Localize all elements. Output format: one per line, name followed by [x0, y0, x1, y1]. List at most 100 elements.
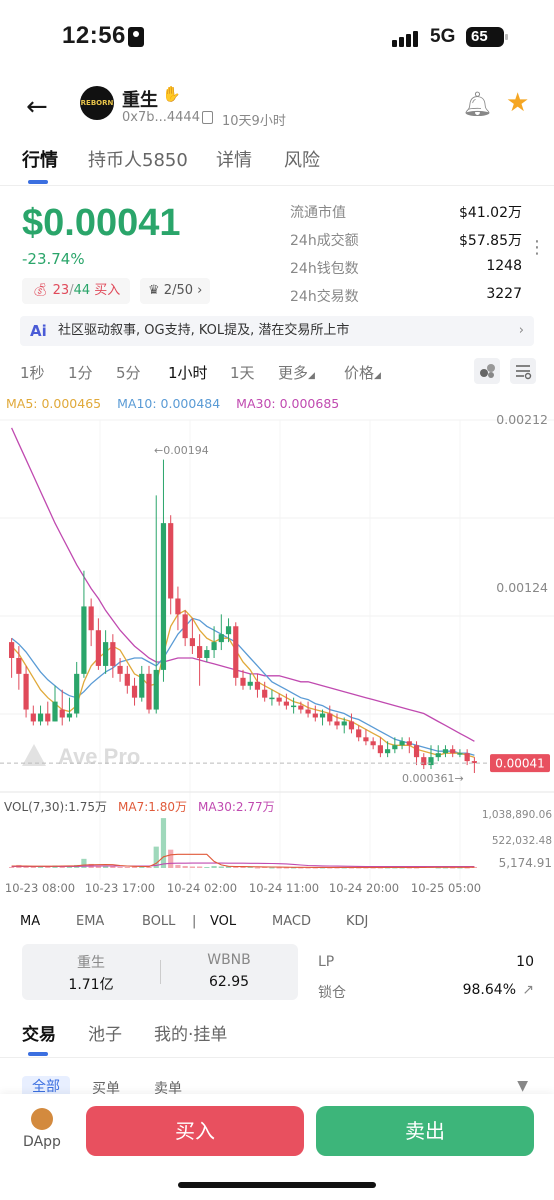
- tab-details[interactable]: 详情: [216, 146, 252, 172]
- x-tick-label: 10-23 17:00: [85, 881, 155, 895]
- buy-label: 买入: [94, 283, 121, 298]
- pool-token-label: 重生: [77, 955, 105, 971]
- candle-body: [269, 697, 275, 700]
- indicator-vol[interactable]: VOL: [210, 914, 236, 929]
- pool-pair-amount: 62.95: [208, 974, 250, 990]
- lock-value: 98.64%: [462, 982, 516, 998]
- dapp-button[interactable]: DApp: [20, 1108, 64, 1150]
- token-stats: 流通市值 $41.02万 24h成交额 $57.85万 24h钱包数 1248 24h…: [290, 202, 522, 314]
- candle-body: [276, 697, 282, 702]
- more-vertical-icon[interactable]: ⋮: [528, 239, 546, 257]
- tab-market[interactable]: 行情: [22, 146, 58, 172]
- filter-all[interactable]: 全部: [22, 1076, 70, 1096]
- pancake-icon: [31, 1108, 53, 1130]
- indicator-ema[interactable]: EMA: [76, 914, 104, 929]
- volume-bar: [160, 818, 167, 868]
- candle-body: [23, 673, 29, 710]
- stat-row: 流通市值 $41.02万: [290, 202, 522, 230]
- candle-body: [95, 630, 101, 666]
- chevron-right-icon: ›: [518, 323, 524, 338]
- tab-my-orders[interactable]: 我的·挂单: [154, 1020, 227, 1045]
- stat-label: 24h交易数: [290, 289, 359, 305]
- rank-badge[interactable]: ♛ 2/50 ›: [140, 278, 211, 304]
- timeframe-1d[interactable]: 1天: [230, 362, 255, 383]
- indicator-boll[interactable]: BOLL: [142, 914, 175, 929]
- candle-body: [160, 523, 167, 670]
- price-mode[interactable]: 价格◢: [344, 362, 381, 383]
- star-icon[interactable]: ★: [506, 88, 529, 118]
- indicator-macd[interactable]: MACD: [272, 914, 311, 929]
- vol-tick-label: 1,038,890.06: [482, 809, 552, 821]
- volume-bar: [168, 849, 174, 868]
- candle-body: [131, 685, 138, 698]
- indicator-ma[interactable]: MA: [20, 914, 40, 929]
- tab-trades[interactable]: 交易: [22, 1020, 56, 1045]
- tab-pools[interactable]: 池子: [88, 1020, 122, 1045]
- main-tabs: 行情 持币人5850 详情 风险: [0, 146, 554, 186]
- candle-body: [262, 689, 268, 698]
- stat-row: 24h交易数 3227: [290, 286, 522, 314]
- stat-value: 3227: [486, 286, 522, 302]
- timeframe-1s[interactable]: 1秒: [20, 362, 45, 383]
- candle-body: [327, 713, 333, 722]
- candle-body: [291, 705, 297, 708]
- back-arrow-icon[interactable]: ←: [26, 92, 48, 122]
- timeframe-1h[interactable]: 1小时: [168, 362, 208, 383]
- vol-legend: VOL(7,30):1.75万: [4, 800, 107, 814]
- ma30-label: MA30: 0.000685: [236, 396, 340, 411]
- candle-body: [117, 665, 123, 674]
- candle-body: [305, 709, 311, 714]
- current-price: $0.00041: [22, 202, 181, 244]
- bell-icon[interactable]: 🔔︎: [462, 90, 492, 118]
- sell-button[interactable]: 卖出: [316, 1106, 534, 1156]
- candle-body: [392, 745, 398, 750]
- volume-bar: [197, 866, 203, 868]
- volume-bar: [204, 866, 210, 868]
- kline-chart[interactable]: Ave Pro 0.00212 0.00124 ←0.00194 0.000361→ 0.…: [0, 400, 554, 900]
- candle-body: [312, 713, 318, 718]
- stat-row: 24h钱包数 1248: [290, 258, 522, 286]
- candle-body: [225, 626, 232, 635]
- copy-icon[interactable]: [202, 111, 213, 124]
- lp-value: 10: [516, 954, 534, 970]
- current-price-tag-label: 0.00041: [495, 757, 545, 771]
- candle-body: [334, 721, 340, 726]
- candle-body: [103, 642, 109, 666]
- chart-settings-icon[interactable]: [510, 358, 536, 384]
- ma5-label: MA5: 0.000465: [6, 396, 102, 411]
- volume-bar: [124, 866, 130, 868]
- price-mode-label: 价格: [344, 364, 375, 382]
- candle-body: [124, 673, 130, 686]
- ma-legend: MA5: 0.000465 MA10: 0.000484 MA30: 0.000…: [6, 396, 339, 411]
- timeframe-1m[interactable]: 1分: [68, 362, 93, 383]
- buy-button[interactable]: 买入: [86, 1106, 304, 1156]
- candle-body: [363, 737, 369, 742]
- buy-sell-ratio[interactable]: 💰︎ 23/44 买入: [22, 278, 131, 304]
- rank-value: 2/50: [163, 283, 193, 298]
- indicator-settings-icon[interactable]: [474, 358, 500, 384]
- candle-body: [168, 523, 174, 599]
- triangle-down-icon[interactable]: ▼: [517, 1078, 528, 1094]
- candle-body: [413, 745, 420, 758]
- tab-holders[interactable]: 持币人5850: [88, 146, 188, 172]
- candle-body: [66, 713, 73, 718]
- volume-bar: [211, 865, 217, 868]
- ai-icon: Ai: [30, 322, 47, 340]
- x-tick-label: 10-24 20:00: [329, 881, 399, 895]
- candle-body: [464, 753, 470, 762]
- tab-active-indicator: [28, 1052, 48, 1056]
- external-link-icon[interactable]: ↗: [522, 982, 534, 998]
- candle-body: [428, 757, 434, 766]
- tab-risk[interactable]: 风险: [284, 146, 320, 172]
- token-logo: REBORN: [80, 86, 114, 120]
- candle-body: [88, 606, 94, 631]
- bottom-action-bar: DApp 买入 卖出: [0, 1094, 554, 1200]
- indicator-kdj[interactable]: KDJ: [346, 914, 368, 929]
- timeframe-more[interactable]: 更多◢: [278, 362, 315, 383]
- stat-label: 24h成交额: [290, 233, 359, 249]
- candle-body: [74, 673, 80, 714]
- volume-bar: [117, 866, 123, 868]
- timeframe-5m[interactable]: 5分: [116, 362, 141, 383]
- candle-body: [110, 642, 116, 666]
- ai-narrative-banner[interactable]: Ai 社区驱动叙事, OG支持, KOL提及, 潜在交易所上市 ›: [20, 316, 534, 346]
